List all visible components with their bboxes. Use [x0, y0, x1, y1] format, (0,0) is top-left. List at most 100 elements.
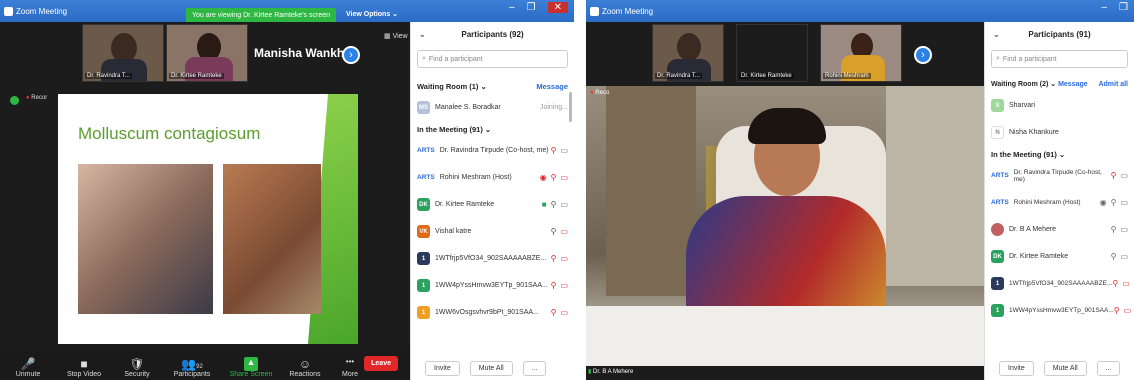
list-item[interactable]: Dr. B A Mehere ⚲ ▭ [985, 216, 1134, 243]
background-shelves [606, 86, 696, 296]
avatar: 1 [991, 277, 1004, 290]
right-app-title: Zoom Meeting [586, 6, 653, 16]
avatar: ARTS [991, 172, 1009, 179]
in-meeting-header[interactable]: In the Meeting (91) ⌄ [411, 121, 574, 137]
message-link[interactable]: Message [1058, 81, 1088, 88]
video-icon: ▭ [1120, 225, 1128, 234]
tile-name: Dr. Kirtee Ramteke [739, 73, 794, 79]
participants-footer: Invite Mute All ... [985, 361, 1134, 376]
security-shield-icon [10, 96, 19, 105]
divider [574, 0, 586, 380]
microphone-icon: ⚲ [550, 227, 557, 236]
unmute-button[interactable]: 🎤 Unmute [0, 357, 56, 380]
view-options-button[interactable]: View Options ⌄ [346, 10, 398, 18]
minimize-icon[interactable]: – [509, 2, 515, 13]
list-item[interactable]: 1 1WTfrjp5VfO34_902SAAAAABZE... ⚲ ▭ [411, 245, 574, 272]
avatar: DK [417, 198, 430, 211]
video-tile[interactable]: Dr. Kirtee Ramteke [736, 24, 808, 82]
right-participants-panel: ⌄ Participants (91) ⌕ Find a participant W… [984, 22, 1134, 380]
list-item[interactable]: DK Dr. Kirtee Ramteke ⚲ ▭ [985, 243, 1134, 270]
microphone-icon: ⚲ [1110, 198, 1117, 207]
search-icon: ⌕ [422, 55, 426, 62]
participants-button[interactable]: 👥92 Participants [162, 357, 222, 380]
list-item[interactable]: N Nisha Khankure [985, 119, 1134, 146]
in-meeting-header[interactable]: In the Meeting (91) ⌄ [985, 146, 1134, 162]
avatar: DK [991, 250, 1004, 263]
more-options-button[interactable]: ... [1096, 361, 1121, 376]
waiting-room-header[interactable]: Waiting Room (2) ⌄ Message Admit all [985, 76, 1134, 92]
video-tile[interactable]: Rohini Meshram [820, 24, 902, 82]
speaker-hair [748, 108, 826, 144]
stop-video-button[interactable]: ■ Stop Video [56, 357, 112, 380]
microphone-muted-icon: ⚲ [1113, 306, 1120, 315]
left-window-controls: – ❐ ✕ [509, 2, 568, 13]
invite-button[interactable]: Invite [999, 361, 1034, 376]
video-icon: ▭ [1120, 198, 1128, 207]
mute-all-button[interactable]: Mute All [1043, 361, 1087, 376]
microphone-muted-icon: ⚲ [550, 173, 557, 182]
next-page-button[interactable]: › [914, 46, 932, 64]
desk-papers [586, 306, 984, 366]
avatar: VK [417, 225, 430, 238]
chevron-down-icon[interactable]: ⌄ [419, 30, 426, 39]
participants-footer: Invite Mute All ... [411, 361, 574, 376]
speaker-video: ● Reco [586, 86, 984, 366]
video-icon: ▭ [1120, 252, 1128, 261]
tile-name: Dr. Ravindra T... [85, 73, 132, 79]
slide-photo-body [223, 164, 321, 314]
participant-video [677, 33, 701, 61]
leave-button[interactable]: Leave [364, 356, 398, 371]
video-off-icon: ▭ [560, 173, 568, 182]
security-button[interactable]: 🛡 Security [112, 357, 162, 380]
list-item[interactable]: S Sharvari [985, 92, 1134, 119]
list-item[interactable]: ARTS Dr. Ravindra Tirpude (Co-host, me) ⚲ ▭ [985, 162, 1134, 189]
invite-button[interactable]: Invite [425, 361, 460, 376]
list-item[interactable]: ARTS Rohini Meshram (Host) ◉ ⚲ ▭ [411, 164, 574, 191]
list-item[interactable]: ARTS Rohini Meshram (Host) ◉ ⚲ ▭ [985, 189, 1134, 216]
maximize-icon[interactable]: ❐ [1119, 2, 1128, 13]
minimize-icon[interactable]: – [1101, 2, 1107, 13]
video-icon: ▭ [560, 146, 568, 155]
list-item[interactable]: 1 1WW4pYssHmvw3EYTp_901SAA... ⚲ ▭ [411, 272, 574, 299]
chevron-down-icon[interactable]: ⌄ [993, 30, 1000, 39]
search-input[interactable]: ⌕ Find a participant [991, 50, 1128, 68]
mute-all-button[interactable]: Mute All [469, 361, 513, 376]
list-item[interactable]: 1 1WW4pYssHmvw3EYTp_901SAA... ⚲ ▭ [985, 297, 1134, 324]
screen-share-banner: You are viewing Dr. Kirtee Ramteke's scr… [186, 8, 336, 22]
reactions-button[interactable]: ☺ Reactions [280, 357, 330, 380]
list-item[interactable]: ARTS Dr. Ravindra Tirpude (Co-host, me) ⚲ ▭ [411, 137, 574, 164]
left-participants-panel: ⌄ Participants (92) ⌕ Find a participant W… [410, 22, 574, 380]
video-tile[interactable]: Dr. Kirtee Ramteke [166, 24, 248, 82]
video-off-icon: ▭ [560, 281, 568, 290]
waiting-room-header[interactable]: Waiting Room (1) ⌄ Message [411, 78, 574, 94]
next-page-button[interactable]: › [342, 46, 360, 64]
video-tile[interactable]: Dr. Ravindra T... [82, 24, 164, 82]
video-off-icon: ▭ [560, 227, 568, 236]
list-item[interactable]: MS Manalee S. Boradkar Joining... [411, 94, 574, 121]
message-link[interactable]: Message [536, 82, 568, 91]
view-button[interactable]: ▦ View [384, 32, 408, 40]
right-window-controls: – ❐ [1101, 2, 1128, 13]
microphone-muted-icon: ⚲ [1112, 279, 1119, 288]
avatar: 1 [417, 279, 430, 292]
list-item[interactable]: 1 1WTfrjp5VfO34_902SAAAAABZE... ⚲ ▭ [985, 270, 1134, 297]
avatar: 1 [991, 304, 1004, 317]
close-icon[interactable]: ✕ [547, 2, 568, 13]
shield-icon: 🛡 [129, 357, 145, 371]
avatar: 1 [417, 306, 430, 319]
admit-all-link[interactable]: Admit all [1098, 81, 1128, 88]
more-options-button[interactable]: ... [522, 361, 547, 376]
maximize-icon[interactable]: ❐ [527, 2, 536, 13]
zoom-icon [4, 6, 13, 16]
list-item[interactable]: VK Vishal katre ⚲ ▭ [411, 218, 574, 245]
microphone-icon: ⚲ [1110, 225, 1117, 234]
recording-icon: ◉ [539, 173, 547, 182]
tile-name: Dr. Kirtee Ramteke [169, 73, 224, 79]
list-item[interactable]: 1 1WW6vOsgsvhvr9bPt_901SAA... ⚲ ▭ [411, 299, 574, 326]
list-item[interactable]: DK Dr. Kirtee Ramteke ■ ⚲ ▭ [411, 191, 574, 218]
scrollbar[interactable] [569, 92, 572, 122]
right-wall [886, 86, 984, 286]
search-input[interactable]: ⌕ Find a participant [417, 50, 568, 68]
share-screen-button[interactable]: ▲ Share Screen [222, 357, 280, 380]
video-tile[interactable]: Dr. Ravindra T... [652, 24, 724, 82]
